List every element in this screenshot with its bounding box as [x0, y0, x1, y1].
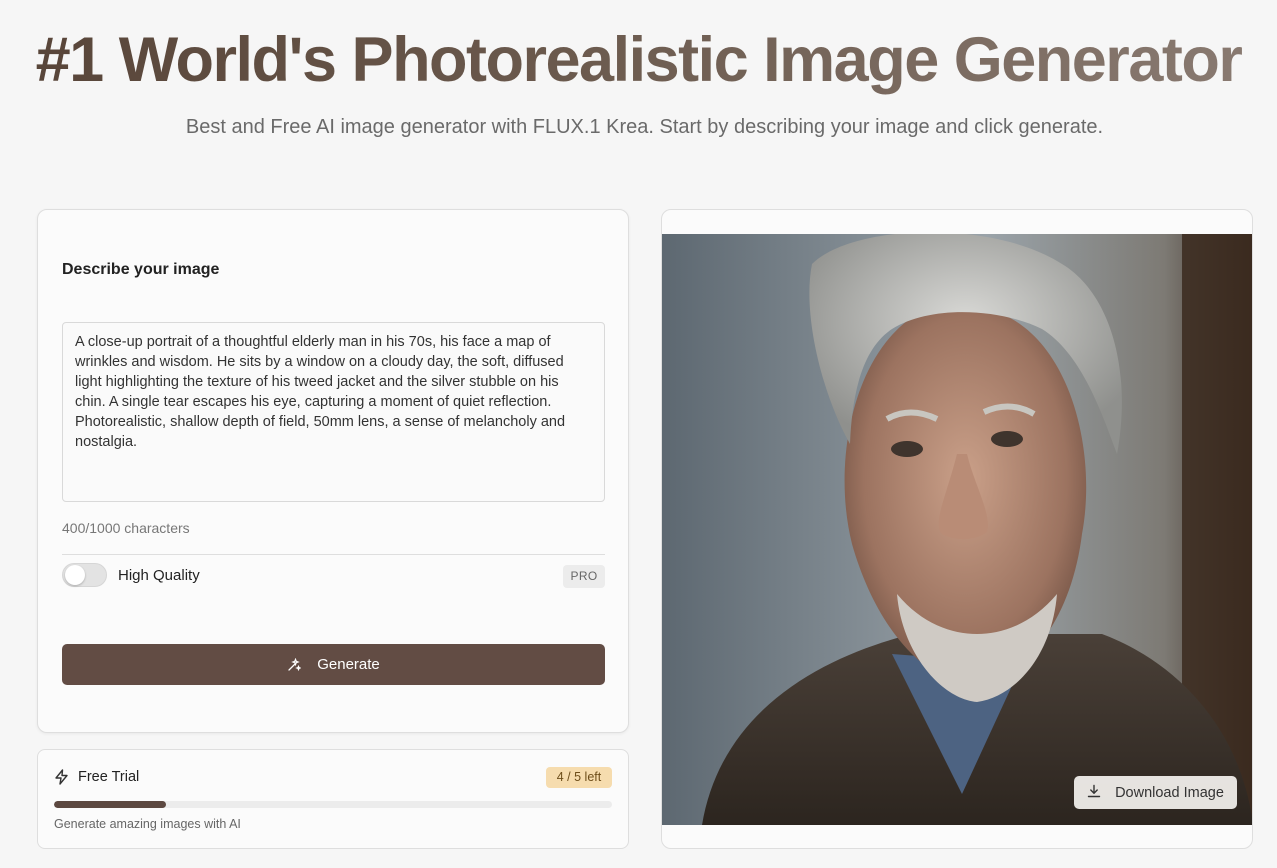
generated-image — [662, 234, 1252, 825]
page-subtitle: Best and Free AI image generator with FL… — [185, 116, 1104, 138]
free-trial-card: Free Trial 4 / 5 left Generate amazing i… — [37, 749, 629, 849]
describe-label: Describe your image — [62, 261, 220, 278]
trial-caption: Generate amazing images with AI — [54, 817, 241, 831]
high-quality-toggle[interactable] — [62, 563, 107, 587]
generate-label: Generate — [317, 656, 380, 673]
page-title: #1 World's Photorealistic Image Generato… — [0, 22, 1277, 98]
trial-progress-fill — [54, 801, 166, 808]
prompt-card: Describe your image A close-up portrait … — [37, 209, 629, 733]
download-image-button[interactable]: Download Image — [1074, 776, 1237, 809]
preview-card: Download Image — [661, 209, 1253, 849]
character-count: 400/1000 characters — [62, 520, 190, 536]
generate-button[interactable]: Generate — [62, 644, 605, 685]
free-trial-label: Free Trial — [78, 769, 140, 785]
trial-remaining-badge: 4 / 5 left — [546, 767, 612, 788]
toggle-knob — [65, 565, 85, 585]
download-label: Download Image — [1115, 784, 1224, 801]
high-quality-label: High Quality — [118, 567, 200, 584]
download-icon — [1087, 784, 1101, 802]
prompt-textarea[interactable]: A close-up portrait of a thoughtful elde… — [62, 322, 605, 502]
pro-badge: PRO — [563, 565, 605, 588]
magic-wand-icon — [287, 657, 302, 672]
trial-progress-bar — [54, 801, 612, 808]
lightning-icon — [54, 769, 69, 790]
divider — [62, 554, 605, 555]
